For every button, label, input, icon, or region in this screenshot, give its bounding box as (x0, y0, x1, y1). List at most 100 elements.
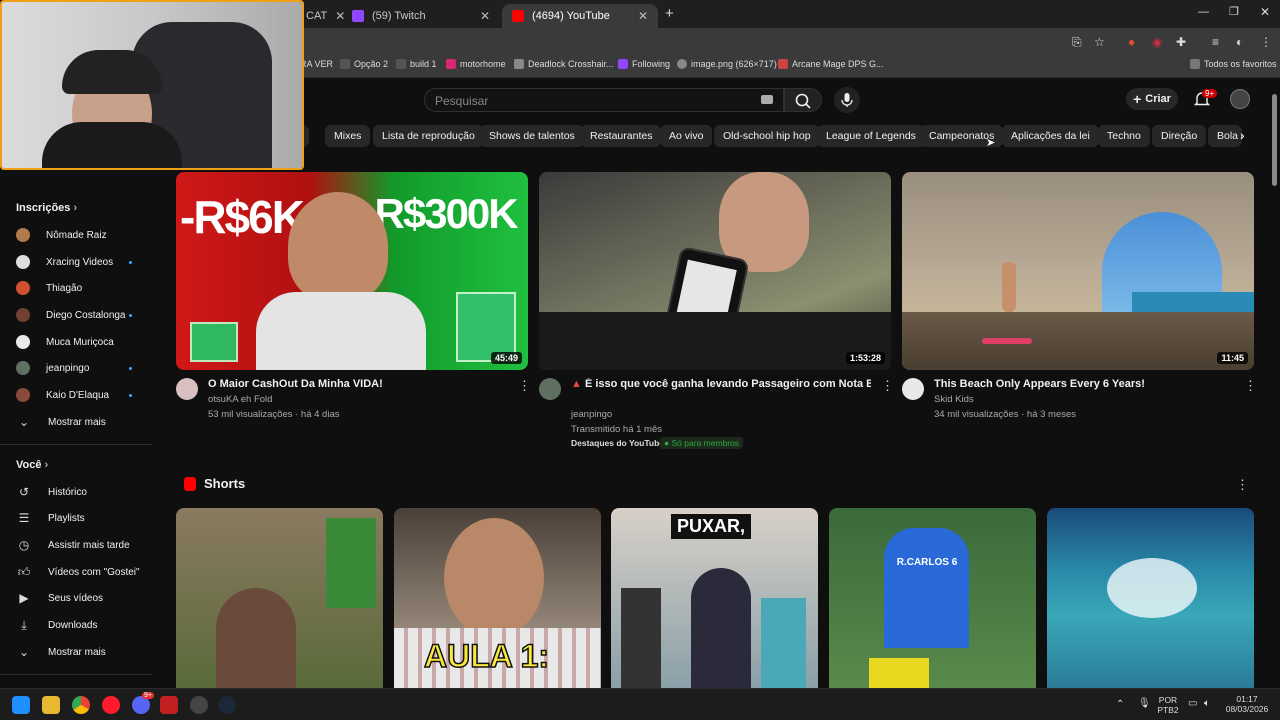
you-heading[interactable]: Você › (16, 459, 48, 471)
mic-icon[interactable]: 🎙︎ (1138, 698, 1151, 709)
chip[interactable]: Restaurantes (581, 125, 662, 147)
steam-icon[interactable] (218, 696, 236, 714)
channel-avatar[interactable] (902, 378, 924, 400)
short-thumbnail[interactable]: AULA 1: (394, 508, 601, 688)
video-title[interactable]: O Maior CashOut Da Minha VIDA! (208, 378, 383, 390)
more-options-icon[interactable]: ⋮ (1244, 378, 1257, 394)
bookmark[interactable]: Arcane Mage DPS G... (778, 59, 884, 69)
extension-icon[interactable]: ● (1128, 35, 1135, 49)
chevron-right-icon[interactable]: › (1240, 127, 1245, 143)
chip[interactable]: Techno (1098, 125, 1150, 147)
bookmark[interactable]: RA VER (300, 59, 333, 69)
short-thumbnail[interactable] (176, 508, 383, 688)
sidebar-item-subscription[interactable]: Thiagão (16, 278, 146, 298)
bookmark[interactable]: Opção 2 (340, 59, 388, 69)
more-options-icon[interactable]: ⋮ (1236, 477, 1249, 493)
profile-icon[interactable]: ◐ (1236, 35, 1243, 49)
bookmark[interactable]: motorhome (446, 59, 506, 69)
more-options-icon[interactable]: ⋮ (518, 378, 531, 394)
sidebar-item-subscription[interactable]: Kaio D'Elaqua (16, 385, 146, 405)
app-icon[interactable] (160, 696, 178, 714)
chip[interactable]: Lista de reprodução (373, 125, 484, 147)
star-icon[interactable]: ☆ (1094, 35, 1105, 49)
chip[interactable]: Direção (1152, 125, 1207, 147)
channel-avatar[interactable] (176, 378, 198, 400)
notification-badge: 9+ (1202, 89, 1218, 98)
search-button[interactable] (784, 88, 822, 112)
playlist-label[interactable]: Destaques do YouTube (571, 438, 664, 448)
channel-name[interactable]: otsuKA eh Fold (208, 394, 272, 405)
sidebar-item-subscription[interactable]: Xracing Videos (16, 252, 146, 272)
chrome-icon[interactable] (72, 696, 90, 714)
clock[interactable]: 01:17 08/03/2026 (1224, 694, 1270, 714)
short-thumbnail[interactable] (1047, 508, 1254, 688)
channel-name[interactable]: jeanpingo (571, 409, 612, 420)
tab-youtube[interactable]: (4694) YouTube ✕ (502, 4, 658, 28)
short-thumbnail[interactable]: PUXAR, (611, 508, 818, 688)
maximize-button[interactable]: ❐ (1229, 5, 1239, 18)
windows-start-icon[interactable] (12, 696, 30, 714)
show-more-button[interactable]: ⌄ Mostrar mais (16, 642, 146, 662)
video-thumbnail[interactable]: 11:45 (902, 172, 1254, 370)
puzzle-icon[interactable]: ✚ (1176, 35, 1186, 49)
person-image (326, 518, 376, 608)
chip[interactable]: Mixes (325, 125, 371, 147)
video-title[interactable]: ▲ É isso que você ganha levando Passagei… (571, 378, 871, 390)
bookmark[interactable]: Deadlock Crosshair... (514, 59, 614, 69)
sidebar-item-history[interactable]: ↺ Histórico (16, 482, 146, 502)
tab-twitch[interactable]: (59) Twitch ✕ (342, 4, 500, 28)
extension-icon[interactable]: ◉ (1152, 35, 1162, 49)
voice-search-button[interactable] (834, 87, 860, 113)
avatar[interactable] (1230, 89, 1250, 109)
channel-name[interactable]: Skid Kids (934, 394, 974, 405)
video-thumbnail[interactable]: -R$6K +R$300K 45:49 (176, 172, 528, 370)
chip[interactable]: League of Legends (817, 125, 925, 147)
video-title[interactable]: This Beach Only Appears Every 6 Years! (934, 378, 1145, 390)
chip[interactable]: Ao vivo (660, 125, 713, 147)
sidebar-item-your-videos[interactable]: ▶ Seus vídeos (16, 588, 146, 608)
close-icon[interactable]: ✕ (638, 9, 648, 23)
sidebar-item-subscription[interactable]: jeanpingo (16, 358, 146, 378)
sidebar-item-subscription[interactable]: Diego Costalonga (16, 305, 146, 325)
video-thumbnail[interactable]: 1:53:28 (539, 172, 891, 370)
network-icon[interactable]: ▭ (1188, 698, 1197, 709)
close-icon[interactable]: ✕ (480, 9, 490, 23)
minimize-button[interactable]: — (1198, 6, 1209, 18)
menu-icon[interactable]: ⋮ (1260, 35, 1272, 49)
chip[interactable]: Shows de talentos (480, 125, 584, 147)
clock-icon: ◷ (18, 538, 30, 552)
create-button[interactable]: + Criar (1126, 88, 1178, 110)
volume-icon[interactable]: 🔈︎ (1204, 698, 1210, 709)
more-options-icon[interactable]: ⋮ (881, 378, 894, 394)
sidebar-item-downloads[interactable]: ⤓ Downloads (16, 615, 146, 635)
language-indicator[interactable]: POR PTB2 (1154, 695, 1182, 715)
subscriptions-heading[interactable]: Inscrições › (16, 202, 77, 214)
scrollbar-thumb[interactable] (1272, 94, 1277, 186)
app-icon[interactable] (190, 696, 208, 714)
bookmark[interactable]: Following (618, 59, 670, 69)
bookmark[interactable]: build 1 (396, 59, 437, 69)
sidebar-item-liked-videos[interactable]: 👍︎ Vídeos com "Gostei" (16, 562, 146, 582)
keyboard-icon[interactable] (761, 95, 773, 104)
install-icon[interactable]: ⎘ (1072, 35, 1082, 50)
sidebar-item-subscription[interactable]: Muca Muriçoca (16, 332, 146, 352)
bookmark[interactable]: image.png (626×717) (677, 59, 777, 69)
close-window-button[interactable]: ✕ (1260, 5, 1270, 19)
file-explorer-icon[interactable] (42, 696, 60, 714)
channel-avatar[interactable] (539, 378, 561, 400)
chip[interactable]: Bola d (1208, 125, 1242, 147)
sidebar-item-watch-later[interactable]: ◷ Assistir mais tarde (16, 535, 146, 555)
person-image (884, 528, 969, 648)
show-more-button[interactable]: ⌄ Mostrar mais (16, 412, 146, 432)
chevron-up-icon[interactable]: ⌃ (1116, 699, 1124, 710)
queue-icon[interactable]: ≡ (1212, 35, 1219, 49)
short-thumbnail[interactable]: R.CARLOS 6 (829, 508, 1036, 688)
sidebar-item-playlists[interactable]: ☰ Playlists (16, 508, 146, 528)
search-input[interactable]: Pesquisar (424, 88, 784, 112)
all-favorites[interactable]: Todos os favoritos (1190, 59, 1277, 69)
chip[interactable]: Aplicações da lei (1002, 125, 1099, 147)
opera-icon[interactable] (102, 696, 120, 714)
sidebar-item-subscription[interactable]: Nômade Raiz (16, 225, 146, 245)
new-tab-button[interactable]: + (665, 5, 674, 22)
chip[interactable]: Old-school hip hop (714, 125, 820, 147)
